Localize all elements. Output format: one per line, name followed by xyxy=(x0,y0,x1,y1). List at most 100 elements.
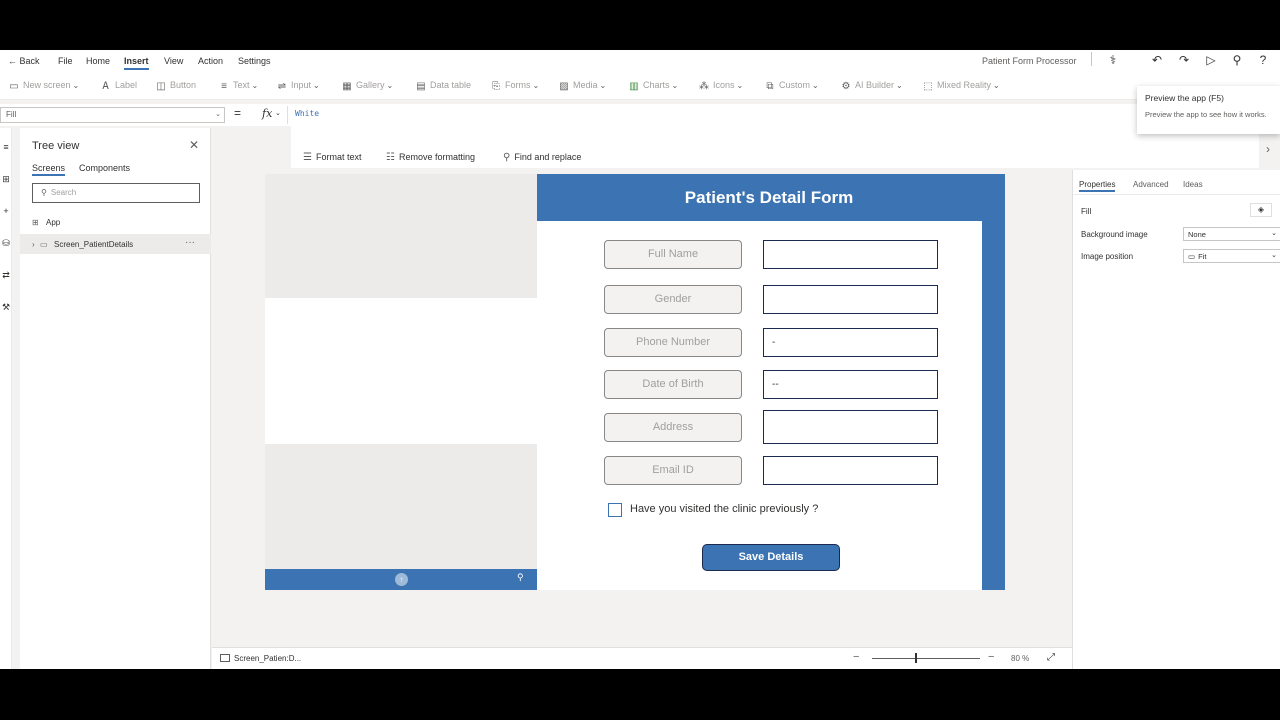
equals-sign: = xyxy=(234,106,242,120)
fx-icon[interactable]: fx xyxy=(262,107,272,120)
screen-icon: ▭ xyxy=(40,240,48,249)
button-button[interactable]: ◫ Button xyxy=(155,80,196,92)
menu-file[interactable]: File xyxy=(58,56,73,66)
more-options-icon[interactable]: ··· xyxy=(185,237,195,248)
user-icon[interactable]: ⚲ xyxy=(1230,53,1244,67)
tree-item-screen[interactable]: › ▭ Screen_PatientDetails ··· xyxy=(20,234,211,254)
save-details-button[interactable]: Save Details xyxy=(702,544,840,571)
tab-components[interactable]: Components xyxy=(79,163,130,173)
tree-view-title: Tree view xyxy=(32,140,80,152)
tab-advanced[interactable]: Advanced xyxy=(1133,180,1169,189)
background-image-dropdown[interactable]: None ⌄ xyxy=(1183,227,1280,241)
menu-icon[interactable]: ≡ xyxy=(0,142,12,152)
menu-settings[interactable]: Settings xyxy=(238,56,271,66)
chevron-down-icon: ⌄ xyxy=(736,81,744,90)
cube-icon: ⬚ xyxy=(923,81,933,92)
play-icon[interactable]: ▷ xyxy=(1204,53,1218,67)
paint-bucket-icon: ◈ xyxy=(1257,205,1265,214)
divider xyxy=(1091,52,1092,66)
icons-button[interactable]: ⁂ Icons ⌄ xyxy=(698,80,743,92)
fill-label: Fill xyxy=(1081,207,1092,216)
label-button[interactable]: Ꭺ Label xyxy=(100,80,137,92)
menu-action[interactable]: Action xyxy=(198,56,223,66)
help-icon[interactable]: ? xyxy=(1256,53,1270,67)
fill-color-picker[interactable]: ◈ xyxy=(1250,203,1272,217)
phone-number-label: Phone Number xyxy=(604,328,742,357)
fit-to-window-icon[interactable]: ⤢ xyxy=(1047,652,1055,663)
new-screen-button[interactable]: ▭ New screen ⌄ xyxy=(8,80,79,92)
zoom-icon[interactable]: ⚲ xyxy=(517,572,524,583)
address-input[interactable] xyxy=(763,410,938,444)
visited-clinic-checkbox[interactable] xyxy=(608,503,622,517)
full-name-input[interactable] xyxy=(763,240,938,269)
menu-view[interactable]: View xyxy=(164,56,183,66)
chevron-down-icon: ⌄ xyxy=(896,81,903,90)
undo-icon[interactable]: ↶ xyxy=(1150,53,1164,67)
custom-button[interactable]: ⧉ Custom ⌄ xyxy=(764,80,818,92)
form-icon: ⎘ xyxy=(492,81,500,92)
image-position-dropdown[interactable]: ▭ Fit ⌄ xyxy=(1183,249,1280,263)
screen-left-region: ↑ ⚲ xyxy=(265,174,537,590)
chevron-down-icon: ⌄ xyxy=(386,81,394,90)
up-arrow-icon[interactable]: ↑ xyxy=(395,573,408,586)
media-button[interactable]: ▨ Media ⌄ xyxy=(558,80,606,92)
tree-search-input[interactable]: ⚲ Search xyxy=(32,183,200,203)
custom-icon: ⧉ xyxy=(766,81,774,92)
app-icon: ⊞ xyxy=(32,218,39,227)
advanced-tools-icon[interactable]: ⚒ xyxy=(0,302,12,313)
arrow-left-icon: ← xyxy=(8,56,17,66)
menu-home[interactable]: Home xyxy=(86,56,110,66)
formula-input[interactable]: White xyxy=(295,109,319,118)
charts-button[interactable]: ▥ Charts ⌄ xyxy=(628,80,678,92)
menu-insert[interactable]: Insert xyxy=(124,56,149,70)
fit-icon: ▭ xyxy=(1188,252,1196,261)
email-id-input[interactable] xyxy=(763,456,938,485)
form-frame: Patient's Detail Form Full Name Gender P… xyxy=(537,174,1005,590)
mixed-reality-button[interactable]: ⬚ Mixed Reality ⌄ xyxy=(922,80,1000,92)
shapes-icon: ⁂ xyxy=(699,81,709,92)
text-icon: ≡ xyxy=(221,81,227,92)
tree-view-panel: Tree view ✕ Screens Components ⚲ Search ⊞… xyxy=(20,128,211,669)
full-name-label: Full Name xyxy=(604,240,742,269)
property-dropdown[interactable]: Fill ⌄ xyxy=(0,107,225,123)
search-icon: ⚲ xyxy=(41,188,47,197)
current-screen-selector[interactable]: Screen_Patien:D... xyxy=(220,654,301,663)
forms-button[interactable]: ⎘ Forms ⌄ xyxy=(490,80,539,92)
app-title: Patient Form Processor xyxy=(982,56,1077,66)
media-icon[interactable]: ⇄ xyxy=(0,270,12,281)
phone-number-input[interactable]: - xyxy=(763,328,938,357)
tree-view-icon[interactable]: ⊞ xyxy=(0,174,12,185)
status-bar: Screen_Patien:D... − − 80 % ⤢ xyxy=(212,647,1072,669)
chart-icon: ▥ xyxy=(629,81,639,92)
zoom-slider-thumb[interactable] xyxy=(915,653,917,663)
data-table-button[interactable]: ▤ Data table xyxy=(415,80,471,92)
app-checker-icon[interactable]: ⚕ xyxy=(1106,53,1120,67)
ai-builder-button[interactable]: ⚙ AI Builder ⌄ xyxy=(840,80,903,92)
tab-ideas[interactable]: Ideas xyxy=(1183,180,1203,189)
input-button[interactable]: ⇌ Input ⌄ xyxy=(276,80,320,92)
zoom-out-button[interactable]: − xyxy=(853,651,859,663)
zoom-in-button[interactable]: − xyxy=(988,651,994,663)
date-of-birth-input[interactable]: -- xyxy=(763,370,938,399)
insert-icon[interactable]: + xyxy=(0,206,12,216)
chevron-down-icon: ⌄ xyxy=(993,81,1000,90)
white-panel xyxy=(265,298,537,444)
tab-properties[interactable]: Properties xyxy=(1079,180,1116,192)
bottom-bar: ↑ ⚲ xyxy=(265,569,537,590)
close-icon[interactable]: ✕ xyxy=(189,138,199,152)
tree-item-app[interactable]: ⊞ App xyxy=(20,212,211,232)
gallery-icon: ▦ xyxy=(342,81,352,92)
background-image-label: Background image xyxy=(1081,230,1148,239)
divider xyxy=(287,106,288,124)
data-icon[interactable]: ⛁ xyxy=(0,238,12,249)
gallery-button[interactable]: ▦ Gallery ⌄ xyxy=(341,80,393,92)
zoom-slider[interactable] xyxy=(872,658,980,659)
tab-screens[interactable]: Screens xyxy=(32,163,66,176)
chevron-right-icon[interactable]: › xyxy=(1266,142,1270,156)
text-button[interactable]: ≡ Text ⌄ xyxy=(218,80,258,92)
back-button[interactable]: ← Back xyxy=(8,56,40,66)
tooltip-description: Preview the app to see how it works. xyxy=(1145,110,1267,119)
redo-icon[interactable]: ↷ xyxy=(1177,53,1191,67)
chevron-down-icon[interactable]: ⌄ xyxy=(275,109,281,117)
gender-input[interactable] xyxy=(763,285,938,314)
